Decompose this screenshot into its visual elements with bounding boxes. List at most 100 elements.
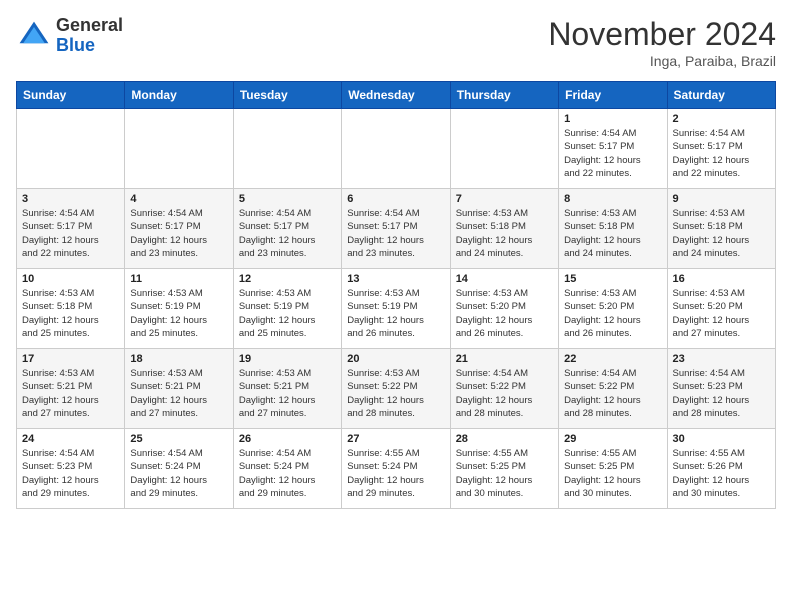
calendar-cell xyxy=(233,109,341,189)
calendar-cell: 3 Sunrise: 4:54 AM Sunset: 5:17 PM Daylig… xyxy=(17,189,125,269)
calendar-cell: 12 Sunrise: 4:53 AM Sunset: 5:19 PM Dayli… xyxy=(233,269,341,349)
day-info: Sunrise: 4:54 AM Sunset: 5:22 PM Dayligh… xyxy=(564,367,661,420)
day-info: Sunrise: 4:53 AM Sunset: 5:18 PM Dayligh… xyxy=(564,207,661,260)
day-info: Sunrise: 4:53 AM Sunset: 5:22 PM Dayligh… xyxy=(347,367,444,420)
calendar-cell: 6 Sunrise: 4:54 AM Sunset: 5:17 PM Daylig… xyxy=(342,189,450,269)
day-info: Sunrise: 4:53 AM Sunset: 5:20 PM Dayligh… xyxy=(673,287,770,340)
weekday-header-sunday: Sunday xyxy=(17,82,125,109)
day-number: 16 xyxy=(673,273,770,285)
day-info: Sunrise: 4:53 AM Sunset: 5:18 PM Dayligh… xyxy=(456,207,553,260)
day-number: 21 xyxy=(456,353,553,365)
calendar-cell: 10 Sunrise: 4:53 AM Sunset: 5:18 PM Dayli… xyxy=(17,269,125,349)
day-number: 5 xyxy=(239,193,336,205)
day-info: Sunrise: 4:53 AM Sunset: 5:20 PM Dayligh… xyxy=(564,287,661,340)
logo-text: General Blue xyxy=(56,16,123,56)
calendar-cell xyxy=(450,109,558,189)
calendar-cell: 23 Sunrise: 4:54 AM Sunset: 5:23 PM Dayli… xyxy=(667,349,775,429)
day-number: 2 xyxy=(673,113,770,125)
day-number: 26 xyxy=(239,433,336,445)
week-row-3: 17 Sunrise: 4:53 AM Sunset: 5:21 PM Dayli… xyxy=(17,349,776,429)
day-number: 11 xyxy=(130,273,227,285)
day-number: 25 xyxy=(130,433,227,445)
calendar-cell: 20Sunrise: 4:53 AM Sunset: 5:22 PM Dayli… xyxy=(342,349,450,429)
calendar-cell: 11 Sunrise: 4:53 AM Sunset: 5:19 PM Dayli… xyxy=(125,269,233,349)
week-row-1: 3 Sunrise: 4:54 AM Sunset: 5:17 PM Daylig… xyxy=(17,189,776,269)
day-number: 12 xyxy=(239,273,336,285)
calendar-cell: 26 Sunrise: 4:54 AM Sunset: 5:24 PM Dayli… xyxy=(233,429,341,509)
calendar-cell: 21 Sunrise: 4:54 AM Sunset: 5:22 PM Dayli… xyxy=(450,349,558,429)
day-info: Sunrise: 4:55 AM Sunset: 5:26 PM Dayligh… xyxy=(673,447,770,500)
calendar-cell xyxy=(342,109,450,189)
day-info: Sunrise: 4:53 AM Sunset: 5:18 PM Dayligh… xyxy=(673,207,770,260)
day-number: 4 xyxy=(130,193,227,205)
day-info: Sunrise: 4:54 AM Sunset: 5:17 PM Dayligh… xyxy=(130,207,227,260)
day-info: Sunrise: 4:54 AM Sunset: 5:22 PM Dayligh… xyxy=(456,367,553,420)
calendar-cell: 30 Sunrise: 4:55 AM Sunset: 5:26 PM Dayli… xyxy=(667,429,775,509)
day-info: Sunrise: 4:53 AM Sunset: 5:19 PM Dayligh… xyxy=(347,287,444,340)
day-info: Sunrise: 4:54 AM Sunset: 5:23 PM Dayligh… xyxy=(22,447,119,500)
day-info: Sunrise: 4:54 AM Sunset: 5:24 PM Dayligh… xyxy=(239,447,336,500)
day-number: 9 xyxy=(673,193,770,205)
day-info: Sunrise: 4:53 AM Sunset: 5:18 PM Dayligh… xyxy=(22,287,119,340)
day-info: Sunrise: 4:53 AM Sunset: 5:21 PM Dayligh… xyxy=(239,367,336,420)
day-number: 10 xyxy=(22,273,119,285)
title-block: November 2024 Inga, Paraiba, Brazil xyxy=(548,16,776,69)
day-info: Sunrise: 4:54 AM Sunset: 5:17 PM Dayligh… xyxy=(673,127,770,180)
day-number: 14 xyxy=(456,273,553,285)
calendar-cell: 9 Sunrise: 4:53 AM Sunset: 5:18 PM Daylig… xyxy=(667,189,775,269)
day-number: 6 xyxy=(347,193,444,205)
calendar-cell xyxy=(17,109,125,189)
calendar-cell: 1Sunrise: 4:54 AM Sunset: 5:17 PM Daylig… xyxy=(559,109,667,189)
weekday-header-thursday: Thursday xyxy=(450,82,558,109)
calendar-table: SundayMondayTuesdayWednesdayThursdayFrid… xyxy=(16,81,776,509)
calendar-cell: 24 Sunrise: 4:54 AM Sunset: 5:23 PM Dayli… xyxy=(17,429,125,509)
day-info: Sunrise: 4:53 AM Sunset: 5:19 PM Dayligh… xyxy=(239,287,336,340)
day-number: 1 xyxy=(564,113,661,125)
day-number: 3 xyxy=(22,193,119,205)
page-header: General Blue November 2024 Inga, Paraiba… xyxy=(16,16,776,69)
calendar-cell: 8 Sunrise: 4:53 AM Sunset: 5:18 PM Daylig… xyxy=(559,189,667,269)
day-number: 24 xyxy=(22,433,119,445)
calendar-cell: 4 Sunrise: 4:54 AM Sunset: 5:17 PM Daylig… xyxy=(125,189,233,269)
weekday-header-tuesday: Tuesday xyxy=(233,82,341,109)
day-info: Sunrise: 4:54 AM Sunset: 5:24 PM Dayligh… xyxy=(130,447,227,500)
weekday-header-friday: Friday xyxy=(559,82,667,109)
day-number: 18 xyxy=(130,353,227,365)
day-number: 7 xyxy=(456,193,553,205)
day-number: 29 xyxy=(564,433,661,445)
calendar-body: 1 Sunrise: 4:54 AM Sunset: 5:17 PM Daylig… xyxy=(17,109,776,509)
day-info: Sunrise: 4:53 AM Sunset: 5:21 PM Dayligh… xyxy=(130,367,227,420)
day-number: 8 xyxy=(564,193,661,205)
day-info: Sunrise: 4:54 AM Sunset: 5:23 PM Dayligh… xyxy=(673,367,770,420)
day-number: 30 xyxy=(673,433,770,445)
calendar-cell: 5Sunrise: 4:54 AM Sunset: 5:17 PM Daylig… xyxy=(233,189,341,269)
week-row-0: 1 Sunrise: 4:54 AM Sunset: 5:17 PM Daylig… xyxy=(17,109,776,189)
day-info: Sunrise: 4:55 AM Sunset: 5:24 PM Dayligh… xyxy=(347,447,444,500)
day-info: Sunrise: 4:54 AM Sunset: 5:17 PM Dayligh… xyxy=(347,207,444,260)
day-number: 13 xyxy=(347,273,444,285)
day-info: Sunrise: 4:53 AM Sunset: 5:19 PM Dayligh… xyxy=(130,287,227,340)
calendar-cell: 14Sunrise: 4:53 AM Sunset: 5:20 PM Dayli… xyxy=(450,269,558,349)
calendar-cell: 17Sunrise: 4:53 AM Sunset: 5:21 PM Dayli… xyxy=(17,349,125,429)
day-info: Sunrise: 4:54 AM Sunset: 5:17 PM Dayligh… xyxy=(22,207,119,260)
day-number: 28 xyxy=(456,433,553,445)
calendar-cell: 16 Sunrise: 4:53 AM Sunset: 5:20 PM Dayli… xyxy=(667,269,775,349)
calendar-cell: 7 Sunrise: 4:53 AM Sunset: 5:18 PM Daylig… xyxy=(450,189,558,269)
calendar-cell: 13 Sunrise: 4:53 AM Sunset: 5:19 PM Dayli… xyxy=(342,269,450,349)
calendar-cell: 22Sunrise: 4:54 AM Sunset: 5:22 PM Dayli… xyxy=(559,349,667,429)
day-number: 19 xyxy=(239,353,336,365)
day-info: Sunrise: 4:55 AM Sunset: 5:25 PM Dayligh… xyxy=(456,447,553,500)
calendar-cell: 25 Sunrise: 4:54 AM Sunset: 5:24 PM Dayli… xyxy=(125,429,233,509)
day-number: 23 xyxy=(673,353,770,365)
calendar-cell: 28 Sunrise: 4:55 AM Sunset: 5:25 PM Dayli… xyxy=(450,429,558,509)
calendar-cell: 18 Sunrise: 4:53 AM Sunset: 5:21 PM Dayli… xyxy=(125,349,233,429)
day-number: 27 xyxy=(347,433,444,445)
month-title: November 2024 xyxy=(548,16,776,53)
calendar-cell: 29Sunrise: 4:55 AM Sunset: 5:25 PM Dayli… xyxy=(559,429,667,509)
calendar-cell: 27 Sunrise: 4:55 AM Sunset: 5:24 PM Dayli… xyxy=(342,429,450,509)
day-number: 17 xyxy=(22,353,119,365)
logo-icon xyxy=(16,18,52,54)
weekday-header-saturday: Saturday xyxy=(667,82,775,109)
week-row-2: 10 Sunrise: 4:53 AM Sunset: 5:18 PM Dayli… xyxy=(17,269,776,349)
calendar-cell: 15Sunrise: 4:53 AM Sunset: 5:20 PM Dayli… xyxy=(559,269,667,349)
